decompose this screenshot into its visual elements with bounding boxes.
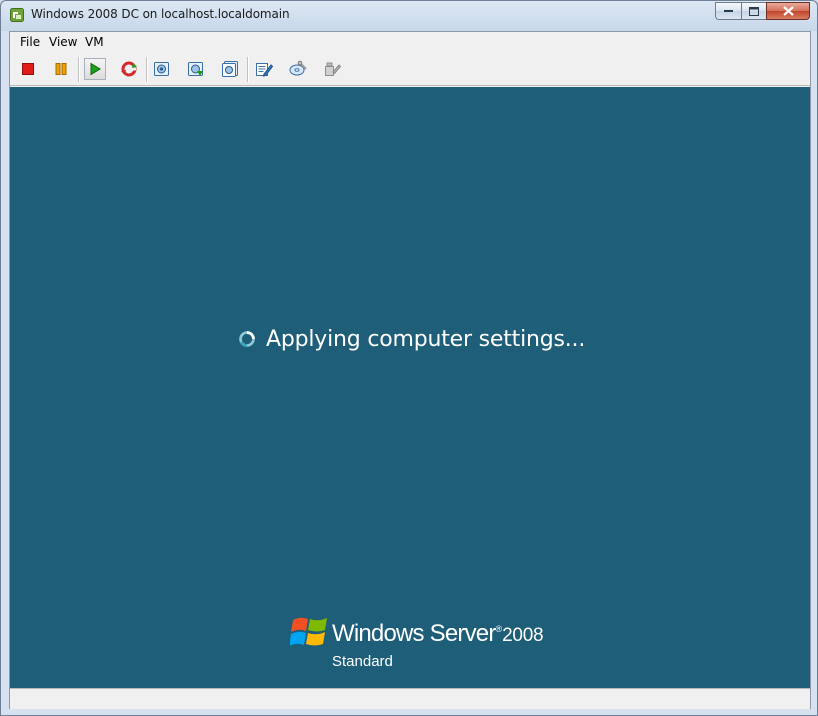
cd-connect-icon: [289, 60, 307, 76]
toolbar: [10, 53, 810, 86]
reset-button[interactable]: [118, 58, 140, 80]
status-bar: [10, 688, 810, 709]
status-row: Applying computer settings...: [238, 323, 585, 355]
snapshot-manager-button[interactable]: [219, 58, 241, 80]
maximize-button[interactable]: [741, 2, 766, 20]
brand-edition: Standard: [332, 653, 393, 670]
window-title: Windows 2008 DC on localhost.localdomain: [31, 7, 290, 21]
power-on-button[interactable]: [84, 58, 106, 80]
menu-bar: File View VM: [10, 32, 810, 52]
caption-buttons: [715, 2, 810, 21]
toolbar-separator: [146, 57, 148, 82]
maximize-icon: [749, 6, 759, 16]
snapshot-manager-icon: [222, 61, 238, 77]
vm-console-screen[interactable]: Applying computer settings... Windows Se…: [10, 87, 810, 688]
close-icon: [782, 6, 794, 16]
connect-cd-button[interactable]: [287, 58, 309, 80]
windows-server-logo: Windows Server®2008 Standard: [290, 612, 550, 672]
device-disabled-icon: [325, 62, 341, 76]
client-area: File View VM Applying computer settings.…: [9, 31, 811, 709]
brand-year: 2008: [502, 625, 544, 646]
reset-icon: [121, 61, 137, 77]
vm-console-window: Windows 2008 DC on localhost.localdomain…: [0, 0, 818, 716]
stop-icon: [22, 63, 34, 75]
edit-settings-button[interactable]: [253, 58, 275, 80]
take-snapshot-button[interactable]: [151, 58, 173, 80]
play-icon: [90, 62, 101, 76]
busy-spinner-icon: [239, 331, 255, 347]
toolbar-separator: [78, 57, 80, 82]
pause-icon: [55, 63, 67, 75]
edit-settings-icon: [256, 63, 273, 77]
close-button[interactable]: [766, 2, 810, 20]
windows-flag-icon: [290, 617, 327, 646]
minimize-button[interactable]: [715, 2, 741, 20]
suspend-button[interactable]: [50, 58, 72, 80]
vsphere-app-icon: [10, 8, 24, 22]
snapshot-take-icon: [154, 62, 169, 76]
snapshot-revert-icon: [188, 62, 203, 76]
minimize-icon: [724, 10, 733, 12]
revert-snapshot-button[interactable]: [185, 58, 207, 80]
brand-name-text: Windows Server: [332, 620, 496, 647]
title-bar[interactable]: Windows 2008 DC on localhost.localdomain: [1, 1, 817, 29]
status-text: Applying computer settings...: [266, 326, 586, 352]
power-off-button[interactable]: [17, 58, 39, 80]
toolbar-separator: [247, 57, 249, 82]
menu-view[interactable]: View: [49, 35, 77, 49]
brand-name: Windows Server®2008: [332, 620, 544, 648]
menu-vm[interactable]: VM: [85, 35, 104, 49]
connect-device-button[interactable]: [321, 58, 343, 80]
menu-file[interactable]: File: [20, 35, 40, 49]
